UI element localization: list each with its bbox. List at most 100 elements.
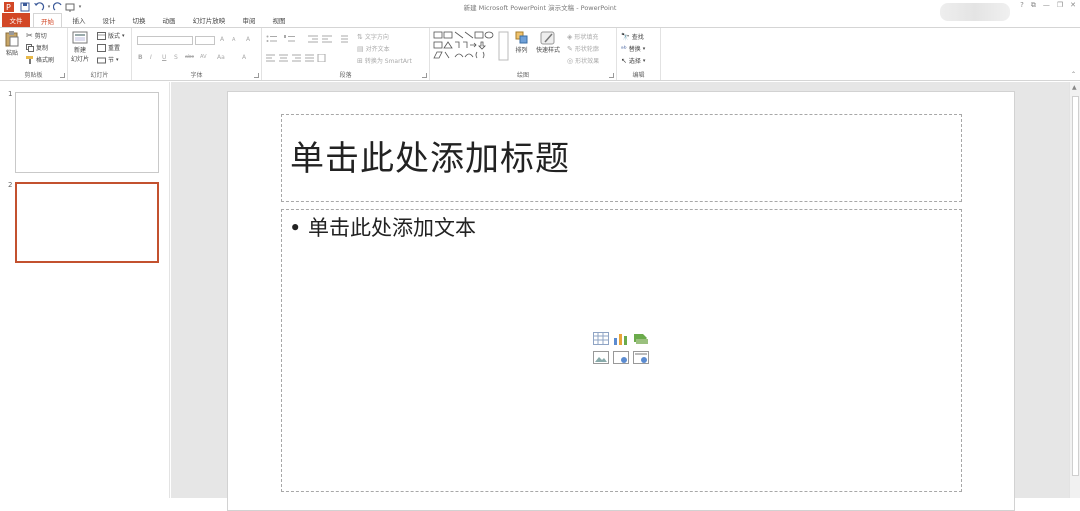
pen-icon: ✎ xyxy=(567,44,573,53)
line-spacing-button[interactable] xyxy=(338,35,348,43)
copy-button[interactable]: 复制 xyxy=(26,43,48,52)
find-button[interactable]: 🔭 查找 xyxy=(621,32,644,42)
strikethrough-button[interactable]: abc xyxy=(185,54,194,60)
scroll-up-icon[interactable]: ▲ xyxy=(1072,84,1077,91)
paragraph-launcher-icon[interactable] xyxy=(422,73,427,78)
minimize-button[interactable]: — xyxy=(1043,1,1050,10)
clear-formatting-button[interactable]: A xyxy=(246,36,250,43)
clipboard-launcher-icon[interactable] xyxy=(60,73,65,78)
new-slide-label-2: 幻灯片 xyxy=(71,56,90,63)
font-size-combo[interactable] xyxy=(195,36,215,45)
bold-label: B xyxy=(138,54,143,61)
ribbon-display-button[interactable]: ⧉ xyxy=(1031,1,1036,10)
insert-picture-icon[interactable] xyxy=(593,351,609,364)
tab-home[interactable]: 开始 xyxy=(33,13,62,27)
shape-outline-button[interactable]: ✎ 形状轮廓 xyxy=(567,44,599,54)
insert-video-icon[interactable] xyxy=(633,351,649,364)
shadow-button[interactable]: S xyxy=(174,54,178,61)
drawing-launcher-icon[interactable] xyxy=(609,73,614,78)
font-group-label: 字体 xyxy=(190,72,203,79)
font-name-combo[interactable] xyxy=(137,36,193,45)
window-controls: ? ⧉ — ❐ ✕ xyxy=(1020,1,1076,10)
increase-indent-button[interactable] xyxy=(322,35,332,43)
font-color-label: A xyxy=(242,54,247,61)
align-buttons[interactable] xyxy=(266,54,326,62)
editing-group: 🔭 查找 ᵃᵇ 替换 ▾ ↖ 选择 ▾ 编辑 xyxy=(617,28,661,80)
arrange-button[interactable]: 排列 xyxy=(515,31,528,54)
decrease-indent-icon xyxy=(308,35,318,43)
grow-font-button[interactable]: A xyxy=(220,36,224,43)
shape-fill-button[interactable]: ◈ 形状填充 xyxy=(567,32,598,42)
ribbon-tabs: 文件 开始 插入 设计 切换 动画 幻灯片放映 审阅 视图 xyxy=(0,13,1080,27)
italic-button[interactable]: I xyxy=(150,54,152,61)
decrease-indent-button[interactable] xyxy=(308,35,318,43)
vertical-scrollbar[interactable]: ▲ xyxy=(1069,82,1080,498)
cut-button[interactable]: ✂ 剪切 xyxy=(26,31,47,40)
quick-styles-label: 快速样式 xyxy=(536,47,561,54)
copy-icon xyxy=(26,43,34,52)
tab-transitions[interactable]: 切换 xyxy=(126,13,152,27)
align-text-icon: ▤ xyxy=(357,44,364,53)
italic-label: I xyxy=(150,54,152,61)
new-slide-icon xyxy=(72,31,88,44)
bold-button[interactable]: B xyxy=(138,54,143,61)
slide-thumbnail-2[interactable] xyxy=(15,182,159,263)
bullets-button[interactable] xyxy=(266,35,278,43)
title-bar: P ▾ ▾ 新建 Microsoft PowerPoint 演示文稿 - Pow… xyxy=(0,0,1080,21)
tab-animations[interactable]: 动画 xyxy=(156,13,182,27)
tab-view[interactable]: 视图 xyxy=(266,13,292,27)
slide-thumbnail-1[interactable] xyxy=(15,92,159,173)
content-placeholder-text: • 单击此处添加文本 xyxy=(289,216,477,240)
select-button[interactable]: ↖ 选择 ▾ xyxy=(621,56,645,66)
quick-styles-button[interactable]: 快速样式 xyxy=(536,31,560,54)
close-button[interactable]: ✕ xyxy=(1070,1,1076,10)
help-button[interactable]: ? xyxy=(1020,1,1024,10)
align-text-button[interactable]: ▤ 对齐文本 xyxy=(357,44,390,54)
font-color-button[interactable]: A xyxy=(242,54,246,61)
scrollbar-thumb[interactable] xyxy=(1072,96,1079,476)
smartart-label: 转换为 SmartArt xyxy=(364,58,412,65)
character-spacing-button[interactable]: AV xyxy=(200,54,207,60)
paste-label: 粘贴 xyxy=(5,50,18,57)
text-direction-button[interactable]: ⇅ 文字方向 xyxy=(357,32,389,42)
shapes-gallery[interactable] xyxy=(433,31,511,61)
tab-review[interactable]: 审阅 xyxy=(236,13,262,27)
thumbnail-number: 1 xyxy=(8,90,13,98)
replace-button[interactable]: ᵃᵇ 替换 ▾ xyxy=(621,44,645,54)
shapes-gallery-icon xyxy=(433,31,509,61)
collapse-ribbon-icon[interactable]: ⌃ xyxy=(1071,71,1076,78)
insert-chart-icon[interactable] xyxy=(613,332,629,345)
layout-button[interactable]: 版式 ▾ xyxy=(97,31,125,40)
tab-slideshow[interactable]: 幻灯片放映 xyxy=(186,13,232,27)
shrink-font-button[interactable]: A xyxy=(232,37,235,43)
slide-thumbnail-pane: 1 2 xyxy=(0,82,170,498)
insert-table-icon[interactable] xyxy=(593,332,609,345)
section-button[interactable]: 节 ▾ xyxy=(97,55,119,64)
reset-button[interactable]: 重置 xyxy=(97,43,120,52)
insert-smartart-icon[interactable] xyxy=(633,332,649,345)
change-case-button[interactable]: Aa xyxy=(217,54,225,61)
shape-effects-label: 形状效果 xyxy=(575,58,600,65)
convert-smartart-button[interactable]: ⊞ 转换为 SmartArt xyxy=(357,56,412,66)
numbering-button[interactable] xyxy=(284,35,296,43)
replace-icon: ᵃᵇ xyxy=(621,44,627,53)
insert-online-picture-icon[interactable] xyxy=(613,351,629,364)
tab-insert[interactable]: 插入 xyxy=(66,13,92,27)
paste-button[interactable]: 粘贴 xyxy=(5,31,19,57)
cut-label: 剪切 xyxy=(34,33,47,40)
copy-label: 复制 xyxy=(36,45,49,52)
tab-file[interactable]: 文件 xyxy=(2,13,30,27)
slide-canvas[interactable]: 单击此处添加标题 • 单击此处添加文本 xyxy=(227,91,1015,511)
shape-effects-button[interactable]: ◎ 形状效果 xyxy=(567,56,600,66)
format-painter-button[interactable]: 格式刷 xyxy=(26,55,54,64)
underline-button[interactable]: U xyxy=(162,54,166,61)
grow-font-label: A xyxy=(220,36,225,43)
text-direction-icon: ⇅ xyxy=(357,32,363,41)
font-launcher-icon[interactable] xyxy=(254,73,259,78)
tab-design[interactable]: 设计 xyxy=(96,13,122,27)
paste-icon xyxy=(5,31,19,47)
title-placeholder[interactable]: 单击此处添加标题 xyxy=(281,114,962,202)
new-slide-button[interactable]: 新建 幻灯片 xyxy=(71,31,89,63)
content-placeholder[interactable]: • 单击此处添加文本 xyxy=(281,209,962,492)
restore-button[interactable]: ❐ xyxy=(1057,1,1063,10)
